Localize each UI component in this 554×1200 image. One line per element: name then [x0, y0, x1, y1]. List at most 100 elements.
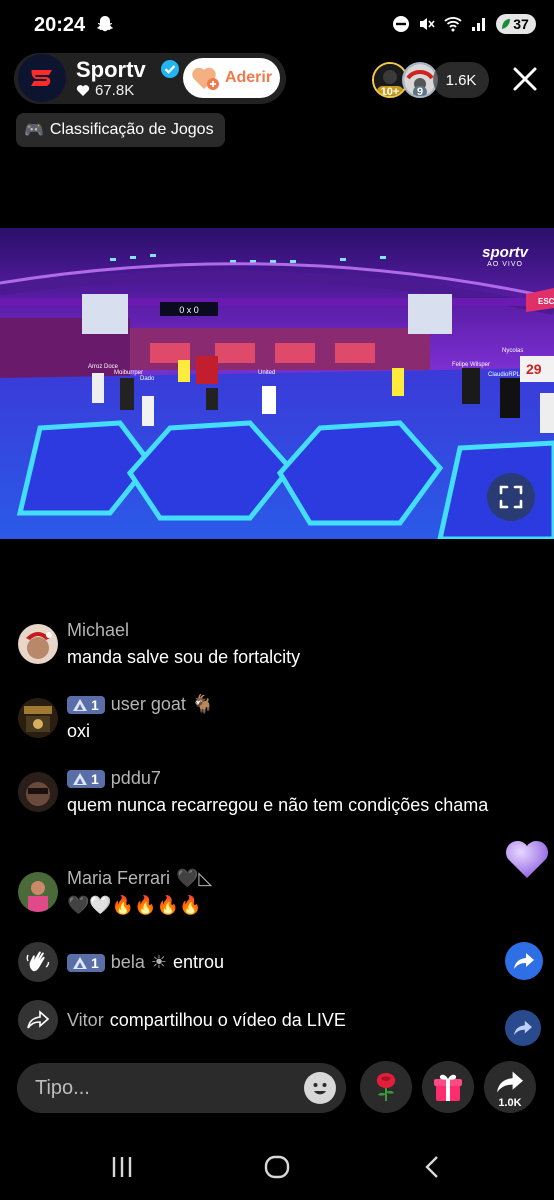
- channel-watermark: sportv AO VIVO: [482, 244, 528, 268]
- sign-number: 29: [526, 361, 542, 377]
- rose-icon: [376, 1073, 396, 1101]
- host-likes: 67.8K: [76, 82, 134, 99]
- wave-hand-icon: [26, 951, 50, 972]
- share-count: 1.0K: [498, 1097, 522, 1109]
- share-icon-wrapper: [18, 1000, 58, 1040]
- share-button[interactable]: [505, 942, 543, 980]
- rose-gift-button[interactable]: [360, 1061, 412, 1113]
- user-flair: 🖤◺: [176, 868, 213, 888]
- heart-icon: [76, 85, 90, 96]
- chat-text: oxi: [67, 721, 91, 741]
- verified-badge-icon: [161, 60, 179, 78]
- player-tag: Nycolas: [502, 348, 523, 354]
- scoreboard: 0 x 0: [179, 305, 199, 315]
- join-event-text: 1 bela ☀ entrou: [67, 952, 224, 973]
- status-icons: 37: [392, 14, 536, 34]
- share-live-button[interactable]: 1.0K: [484, 1061, 536, 1113]
- chat-username[interactable]: 1 pddu7: [67, 768, 161, 789]
- comment-input[interactable]: [35, 1076, 295, 1100]
- chat-username-text: Maria Ferrari: [67, 868, 171, 888]
- emoji-button[interactable]: [304, 1072, 336, 1104]
- host-likes-count: 67.8K: [95, 82, 135, 99]
- level-number: 1: [91, 696, 99, 713]
- snapchat-icon: [97, 16, 113, 32]
- chat-text: 🖤🤍🔥🔥🔥🔥: [67, 895, 202, 915]
- comment-bar: [17, 1063, 346, 1113]
- rank-badge: 9: [412, 86, 428, 96]
- chat-avatar[interactable]: [18, 872, 58, 912]
- chat-avatar[interactable]: [18, 698, 58, 738]
- host-avatar[interactable]: [18, 54, 66, 102]
- gamepad-icon: 🎮: [24, 122, 44, 139]
- status-time: 20:24: [34, 14, 86, 36]
- share-text: compartilhou o vídeo da LIVE: [109, 1010, 346, 1030]
- avatar-image: [18, 698, 58, 738]
- join-label: Aderir: [224, 69, 273, 86]
- video-scene: 0 x 0 Arroz Doce Moiburrper Dado United …: [0, 254, 554, 539]
- wave-icon-wrapper: [18, 942, 58, 982]
- level-icon: [73, 956, 87, 969]
- mute-icon: [420, 18, 435, 30]
- share-outline-icon: [27, 1010, 49, 1029]
- signal-icon: [472, 18, 485, 31]
- player-tag: United: [258, 370, 275, 376]
- level-badge: 1: [67, 695, 105, 714]
- chat-username-text: pddu7: [110, 768, 161, 788]
- watermark-live: AO VIVO: [487, 261, 523, 268]
- battery-level: 37: [513, 16, 529, 32]
- leaf-icon: [502, 19, 511, 29]
- chat-username-text: Michael: [67, 620, 130, 640]
- fullscreen-button[interactable]: [487, 473, 535, 521]
- chat-username[interactable]: 1 user goat 🐐: [67, 694, 214, 715]
- level-icon: [73, 772, 87, 785]
- goat-icon: 🐐: [191, 694, 215, 714]
- share-event-text: Vitor compartilhou o vídeo da LIVE: [67, 1010, 346, 1031]
- battery-indicator: 37: [496, 14, 536, 34]
- level-number: 1: [91, 770, 99, 787]
- player-tag: Felipe Wilsper: [452, 362, 490, 368]
- share-button-secondary[interactable]: [505, 1010, 541, 1046]
- player-tag: Moiburrper: [114, 370, 143, 376]
- chat-username-text: user goat: [110, 694, 186, 714]
- level-number: 1: [91, 954, 99, 971]
- chat-text: quem nunca recarregou e não tem condiçõe…: [67, 795, 489, 815]
- share-user[interactable]: Vitor: [67, 1010, 104, 1031]
- chat-username[interactable]: Michael: [67, 620, 129, 641]
- avatar-image: [18, 772, 58, 812]
- join-button[interactable]: Aderir: [183, 58, 280, 98]
- sun-icon: ☀: [150, 952, 167, 972]
- rank-badge: 10+: [376, 86, 404, 96]
- host-name[interactable]: Sportv: [76, 57, 146, 83]
- chat-username[interactable]: Maria Ferrari 🖤◺: [67, 868, 212, 889]
- live-video[interactable]: 0 x 0 Arroz Doce Moiburrper Dado United …: [0, 228, 554, 539]
- viewer-count[interactable]: 1.6K: [433, 62, 489, 98]
- banner-text: ESC: [538, 297, 554, 306]
- chat-avatar[interactable]: [18, 624, 58, 664]
- level-badge: 1: [67, 769, 105, 788]
- join-text: entrou: [172, 952, 225, 972]
- category-chip[interactable]: 🎮 Classificação de Jogos: [16, 113, 225, 147]
- sportv-logo-icon: [18, 54, 66, 102]
- level-badge: 1: [67, 953, 105, 972]
- back-icon[interactable]: [418, 1152, 448, 1182]
- join-user[interactable]: bela: [111, 952, 145, 973]
- close-icon[interactable]: [508, 62, 542, 96]
- category-label: Classificação de Jogos: [49, 121, 214, 138]
- watermark-logo: sportv: [482, 244, 528, 261]
- emoji-icon: [305, 1073, 335, 1103]
- chat-text: manda salve sou de fortalcity: [67, 647, 301, 667]
- floating-heart-icon: [505, 840, 549, 878]
- system-nav-bar: [0, 1130, 554, 1200]
- avatar-image: [18, 872, 58, 912]
- chat-avatar[interactable]: [18, 772, 58, 812]
- recent-apps-icon[interactable]: [107, 1152, 137, 1182]
- share-arrow-icon: [514, 1020, 532, 1036]
- share-arrow-icon: [514, 953, 534, 969]
- wifi-icon: [444, 17, 462, 32]
- gift-button[interactable]: [422, 1061, 474, 1113]
- home-icon[interactable]: [262, 1152, 292, 1182]
- gift-icon: [434, 1074, 462, 1101]
- player-tag: Dado: [140, 376, 155, 382]
- heart-plus-icon: [192, 67, 219, 90]
- fullscreen-icon: [499, 485, 523, 509]
